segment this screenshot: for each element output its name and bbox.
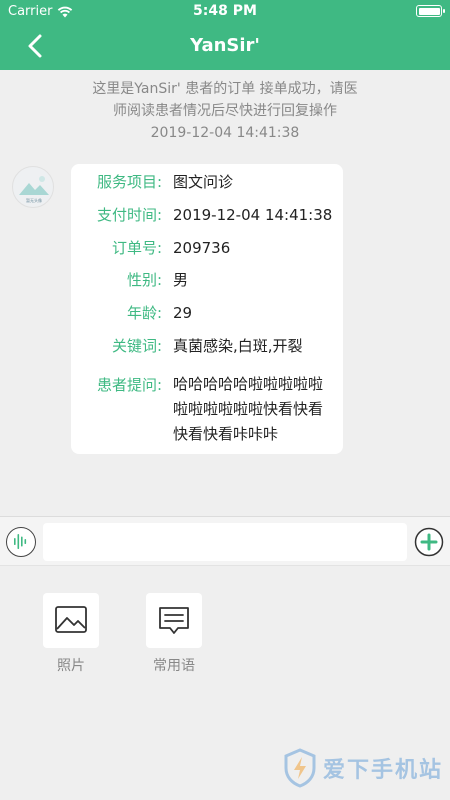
photo-label: 照片 [57,658,85,674]
message-input[interactable] [43,523,407,561]
default-avatar-icon: 暂无头像 [19,176,49,203]
nav-header: Carrier 5:48 PM YanSir' [0,0,450,70]
voice-button[interactable] [6,527,36,557]
service-label: 服务项目: [96,173,162,191]
notice-line-2: 师阅读患者情况后尽快进行回复操作 [113,103,337,119]
notice-timestamp: 2019-12-04 14:41:38 [150,125,300,141]
common-phrases-button[interactable] [146,593,202,648]
chat-input-bar [0,516,450,566]
question-value: 哈哈哈哈哈啦啦啦啦啦啦啦啦啦啦啦快看快看快看快看咔咔咔 [173,375,324,443]
watermark-text: 爱下手机站 [323,758,444,783]
battery-icon [416,5,445,17]
order-info-card: 服务项目: 图文问诊 支付时间: 2019-12-04 14:41:38 订单号… [71,164,343,454]
order-number-value: 209736 [173,239,231,257]
order-number-label: 订单号: [111,239,162,257]
order-row-gender: 性别: 男 [71,267,343,293]
notice-line-1: 这里是YanSir' 患者的订单 接单成功，请医 [92,81,358,97]
clock: 5:48 PM [193,3,257,19]
order-row-number: 订单号: 209736 [71,235,343,261]
common-phrases-label: 常用语 [153,658,195,674]
order-row-keywords: 关键词: 真菌感染,白斑,开裂 [71,333,343,359]
order-row-service: 服务项目: 图文问诊 [71,169,343,195]
keywords-value: 真菌感染,白斑,开裂 [173,337,303,355]
order-row-pay-time: 支付时间: 2019-12-04 14:41:38 [71,202,343,228]
avatar[interactable]: 暂无头像 [12,166,54,208]
gender-label: 性别: [126,271,162,289]
order-row-question: 患者提问: 哈哈哈哈哈啦啦啦啦啦啦啦啦啦啦啦快看快看快看快看咔咔咔 [71,372,343,447]
order-notice: 这里是YanSir' 患者的订单 接单成功，请医 师阅读患者情况后尽快进行回复操… [60,78,390,144]
page-title: YanSir' [190,35,260,56]
gender-value: 男 [173,271,189,289]
question-label: 患者提问: [96,376,162,394]
age-value: 29 [173,304,193,322]
voice-wave-icon [14,534,27,549]
shield-icon [284,748,316,788]
plus-icon[interactable] [414,527,444,557]
avatar-caption: 暂无头像 [26,197,42,203]
message-icon [159,607,189,634]
watermark: 爱下手机站 [283,748,443,788]
photo-button[interactable] [43,593,99,648]
service-value: 图文问诊 [173,173,234,191]
order-row-age: 年龄: 29 [71,300,343,326]
keywords-label: 关键词: [111,337,162,355]
status-bar: Carrier 5:48 PM [0,0,450,22]
pay-time-label: 支付时间: [96,206,162,224]
image-icon [55,606,87,633]
age-label: 年龄: [126,304,162,322]
pay-time-value: 2019-12-04 14:41:38 [173,206,333,224]
